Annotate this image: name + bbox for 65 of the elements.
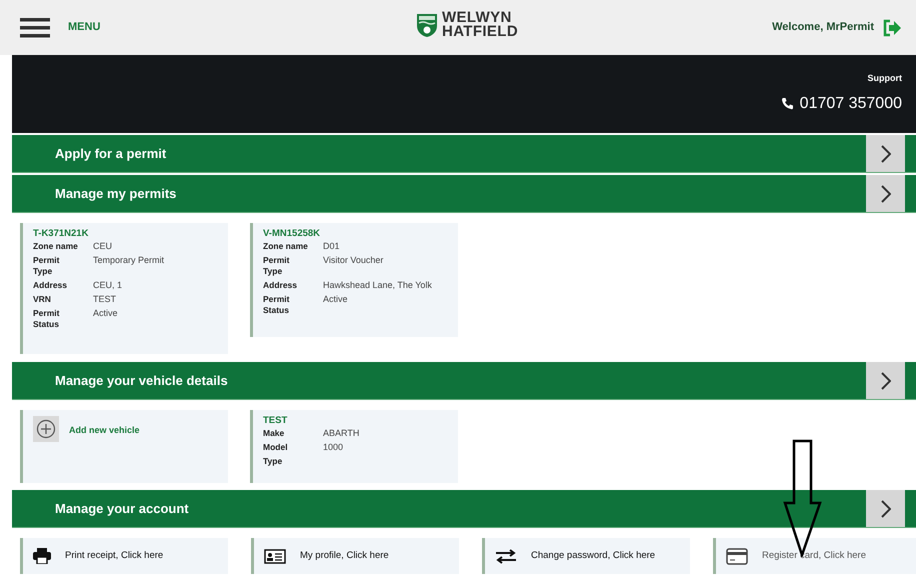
phone-icon <box>780 97 794 110</box>
add-vehicle-card[interactable]: Add new vehicle <box>20 410 228 483</box>
account-link-card[interactable]: My profile, Click here <box>251 538 459 574</box>
field-value: Active <box>323 294 349 306</box>
field-value: CEU, 1 <box>93 280 124 291</box>
link-label: Change password, Click here <box>531 548 656 563</box>
section-title: Manage your account <box>55 500 189 518</box>
field-value: D01 <box>323 241 341 252</box>
section-bar[interactable]: Manage your account <box>12 490 916 528</box>
chevron-icon <box>880 372 890 390</box>
printer-icon <box>33 548 51 564</box>
field-value: Active <box>93 308 119 320</box>
support-label: Support <box>868 72 902 86</box>
section-bar[interactable]: Manage my permits <box>12 175 916 213</box>
field-value: 1000 <box>323 442 344 453</box>
menu-icon <box>20 18 50 38</box>
chevron-icon <box>880 144 890 162</box>
field-label: Permit Status <box>33 308 60 330</box>
chevron-icon <box>880 500 890 518</box>
add-vehicle-label: Add new vehicle <box>69 424 140 437</box>
account-link-card[interactable]: Print receipt, Click here <box>20 538 228 574</box>
card-title: TEST <box>263 414 288 428</box>
field-value: TEST <box>93 294 118 305</box>
field-label: Permit Status <box>263 294 290 316</box>
field-label: Address <box>33 280 68 291</box>
phone-number[interactable]: 01707 357000 <box>800 92 902 116</box>
field-label: Type <box>263 456 284 467</box>
field-label: Address <box>263 280 298 291</box>
field-value: Temporary Permit <box>93 255 166 267</box>
field-label: Permit Type <box>263 255 290 277</box>
section-title: Manage my permits <box>55 184 176 203</box>
link-label: My profile, Click here <box>300 548 389 563</box>
account-link-card[interactable]: Change password, Click here <box>482 538 690 574</box>
welcome-text: Welcome, MrPermit <box>772 20 874 36</box>
field-label: Model <box>263 442 289 453</box>
credit-card-icon <box>726 548 748 564</box>
field-label: Make <box>263 428 286 439</box>
chevron-button[interactable] <box>866 490 905 527</box>
logo-text: HATFIELD <box>442 25 518 39</box>
swap-arrows-icon <box>495 548 517 564</box>
menu-link[interactable]: MENU <box>68 19 100 36</box>
field-label: Zone name <box>33 241 79 252</box>
chevron-button[interactable] <box>866 362 905 399</box>
section-bar[interactable]: Apply for a permit <box>12 135 916 173</box>
field-label: Zone name <box>263 241 309 252</box>
chevron-button[interactable] <box>866 175 905 212</box>
plus-icon <box>33 416 59 442</box>
chevron-button[interactable] <box>866 135 905 172</box>
field-label: Permit Type <box>33 255 60 277</box>
link-label: Print receipt, Click here <box>65 548 164 563</box>
logo-text: WELWYN <box>442 11 512 25</box>
logout-icon <box>882 18 902 36</box>
shield-icon <box>416 12 438 38</box>
card-title: V-MN15258K <box>263 227 322 241</box>
card-title: T-K371N21K <box>33 227 90 241</box>
field-value: Visitor Voucher <box>323 255 384 267</box>
field-label: VRN <box>33 294 52 305</box>
section-title: Manage your vehicle details <box>55 372 228 390</box>
field-value: Hawkshead Lane, The Yolk <box>323 280 433 291</box>
id-card-icon <box>264 548 286 564</box>
section-title: Apply for a permit <box>55 144 166 163</box>
field-value: CEU <box>93 241 114 252</box>
chevron-icon <box>880 184 890 202</box>
field-value: ABARTH <box>323 428 360 439</box>
section-bar[interactable]: Manage your vehicle details <box>12 362 916 400</box>
